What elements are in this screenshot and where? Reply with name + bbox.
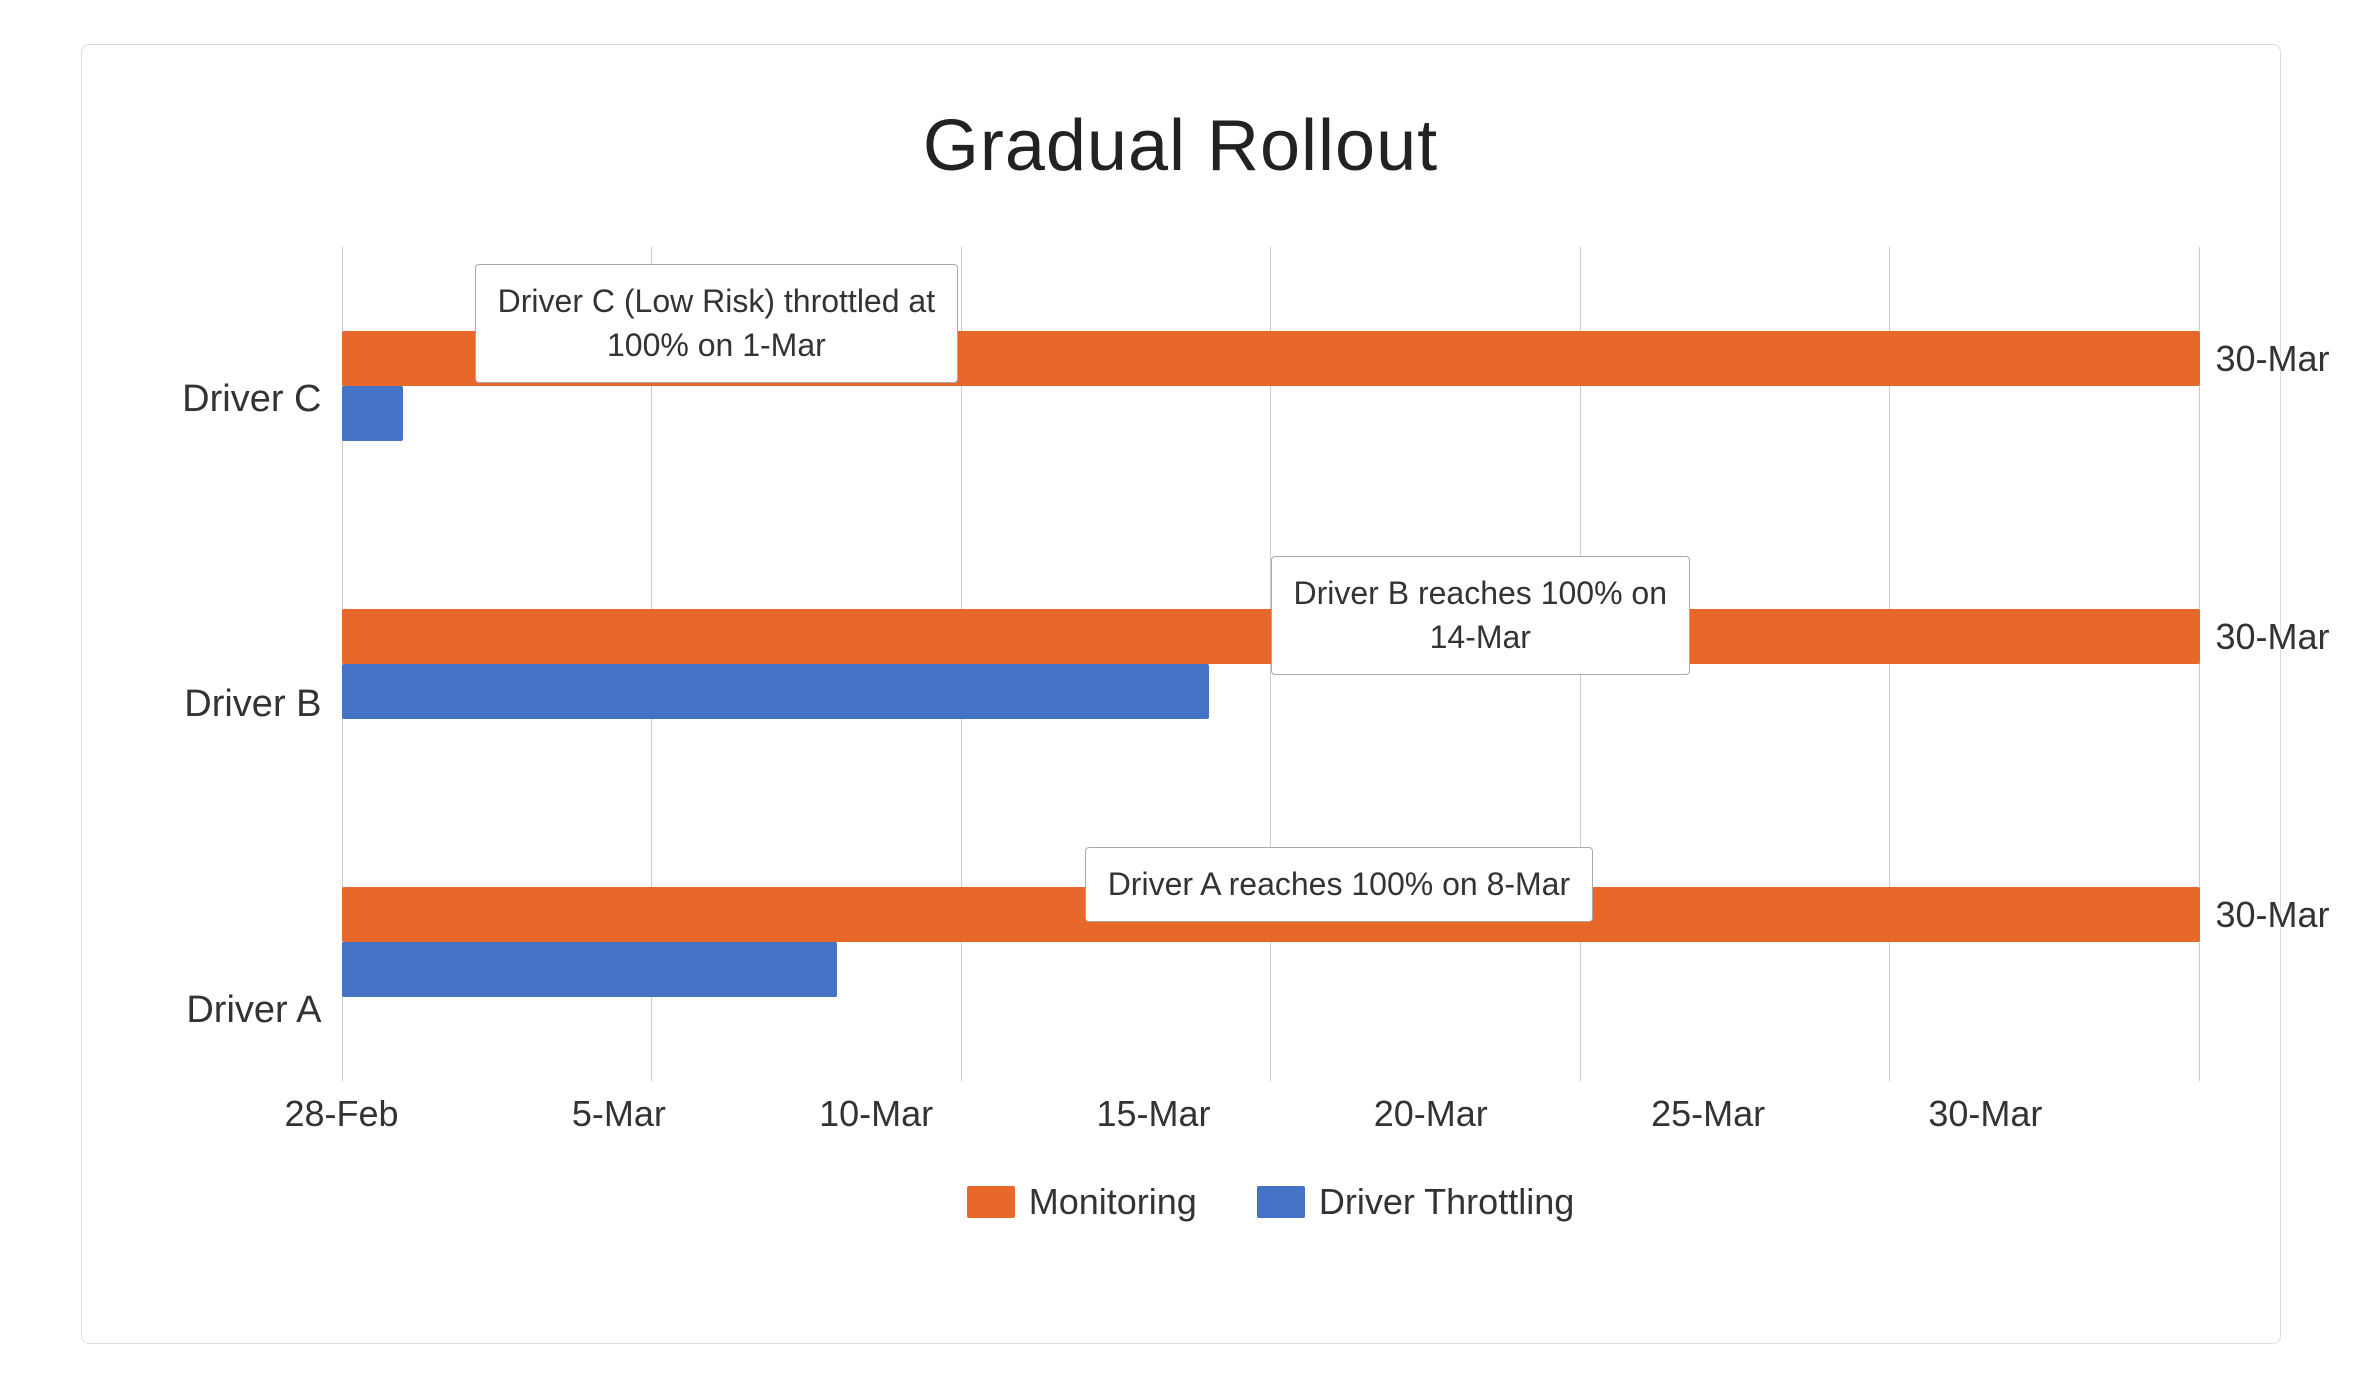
x-axis: 28-Feb 5-Mar 10-Mar 15-Mar 20-Mar 25-Mar… [342, 1081, 2100, 1161]
right-label-b: 30-Mar [2215, 616, 2329, 658]
bar-row-a-blue [342, 942, 2200, 997]
y-axis-labels: Driver C Driver B Driver A [162, 247, 342, 1223]
chart-area: 30-Mar 30-Mar [342, 247, 2200, 1223]
callout-c-text: Driver C (Low Risk) throttled at100% on … [498, 283, 935, 364]
legend-item-throttling: Driver Throttling [1257, 1181, 1574, 1223]
grid-and-bars: 30-Mar 30-Mar [342, 247, 2200, 1081]
callout-a-text: Driver A reaches 100% on 8-Mar [1108, 866, 1570, 902]
chart-body: Driver C Driver B Driver A [162, 247, 2200, 1223]
legend-label-throttling: Driver Throttling [1319, 1181, 1574, 1223]
x-tick-30mar: 30-Mar [1928, 1093, 2042, 1135]
x-tick-container: 28-Feb 5-Mar 10-Mar 15-Mar 20-Mar 25-Mar… [342, 1093, 2100, 1135]
x-tick-10mar: 10-Mar [819, 1093, 933, 1135]
y-label-driver-a: Driver A [162, 920, 322, 1100]
x-tick-20mar: 20-Mar [1374, 1093, 1488, 1135]
x-tick-15mar: 15-Mar [1096, 1093, 1210, 1135]
legend-swatch-monitoring [967, 1186, 1015, 1218]
right-label-c: 30-Mar [2215, 338, 2329, 380]
bar-b-blue [342, 664, 1209, 719]
y-label-driver-c: Driver C [162, 310, 322, 490]
legend-label-monitoring: Monitoring [1029, 1181, 1197, 1223]
x-tick-28feb: 28-Feb [284, 1093, 398, 1135]
right-label-a: 30-Mar [2215, 894, 2329, 936]
y-label-driver-b: Driver B [162, 615, 322, 795]
callout-driver-b: Driver B reaches 100% on14-Mar [1271, 556, 1691, 676]
x-tick-25mar: 25-Mar [1651, 1093, 1765, 1135]
bar-row-c-blue [342, 386, 2200, 441]
legend: Monitoring Driver Throttling [342, 1181, 2200, 1223]
legend-item-monitoring: Monitoring [967, 1181, 1197, 1223]
bar-c-blue [342, 386, 404, 441]
legend-swatch-throttling [1257, 1186, 1305, 1218]
callout-driver-a: Driver A reaches 100% on 8-Mar [1085, 847, 1593, 922]
x-tick-5mar: 5-Mar [572, 1093, 666, 1135]
chart-container: Gradual Rollout Driver C Driver B Driver… [81, 44, 2281, 1344]
chart-title: Gradual Rollout [162, 105, 2200, 187]
callout-driver-c: Driver C (Low Risk) throttled at100% on … [475, 264, 958, 384]
bar-a-blue [342, 942, 837, 997]
callout-b-text: Driver B reaches 100% on14-Mar [1294, 575, 1668, 656]
